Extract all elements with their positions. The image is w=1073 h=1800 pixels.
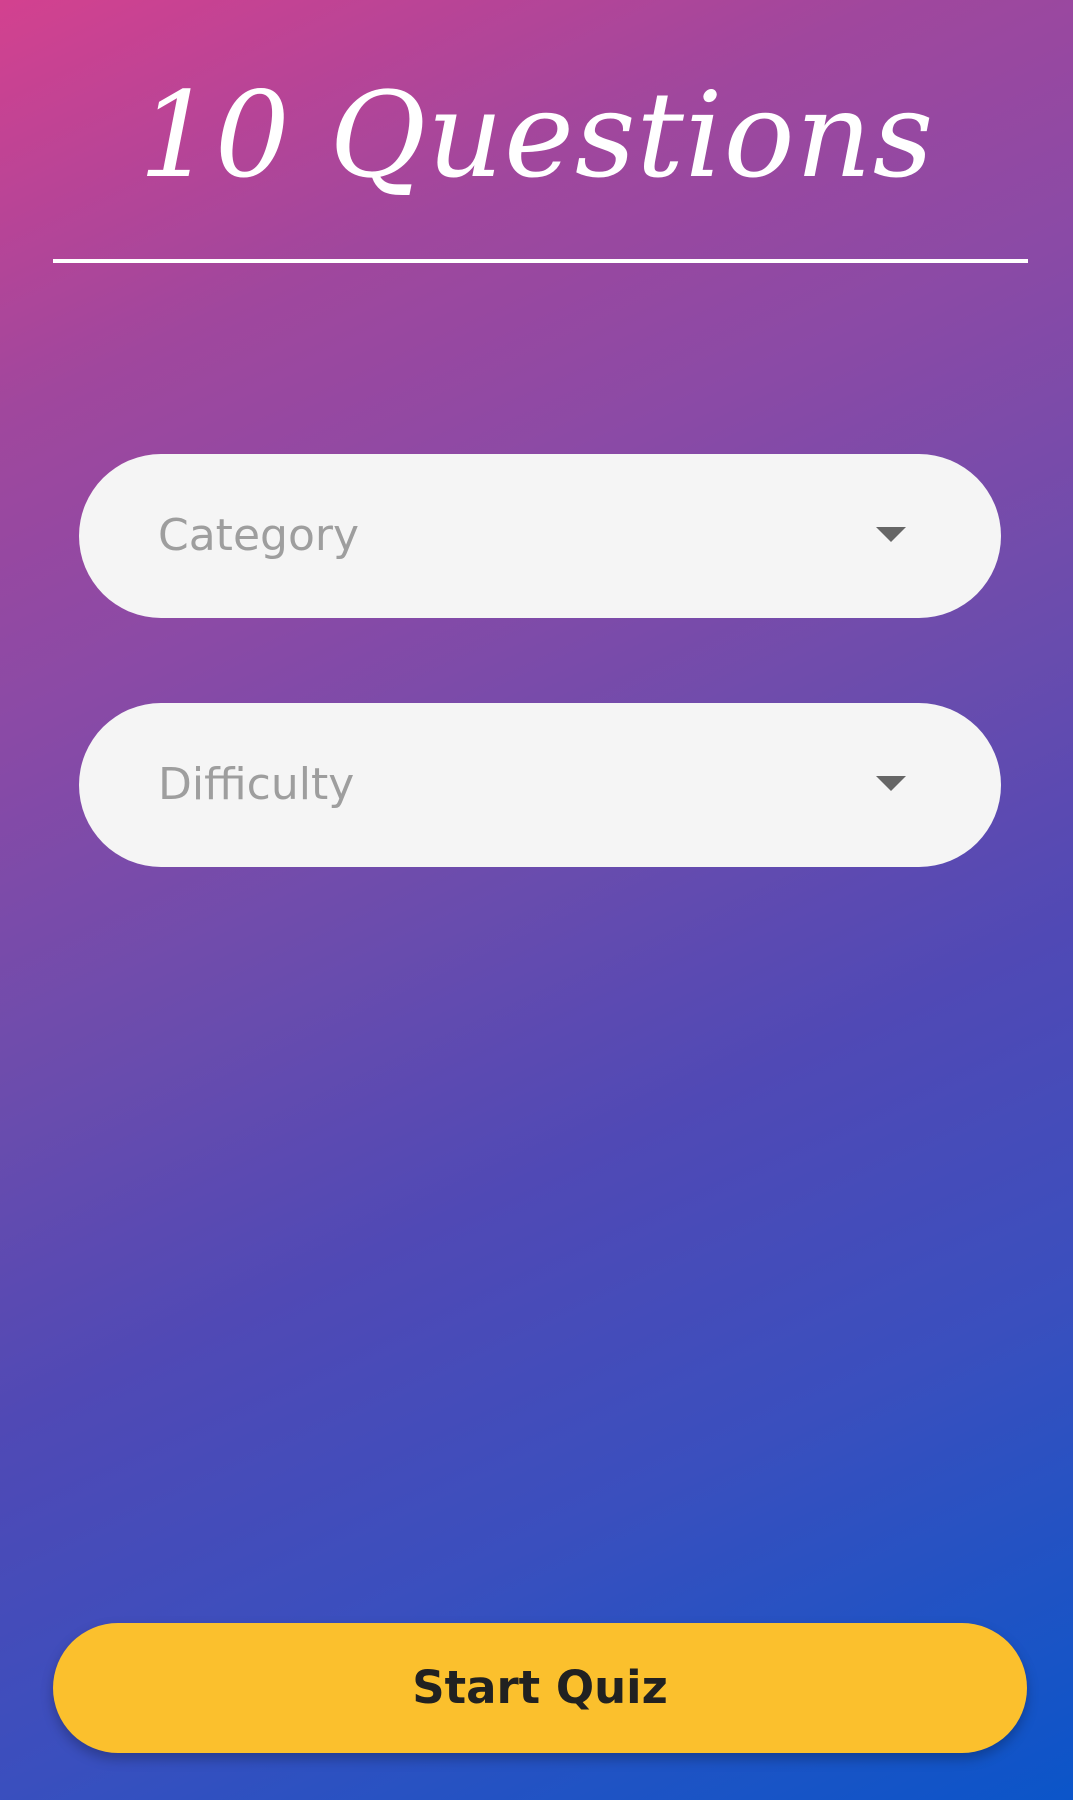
- difficulty-dropdown[interactable]: Difficulty: [79, 703, 1001, 867]
- title-divider: [53, 259, 1028, 263]
- category-dropdown[interactable]: Category: [79, 454, 1001, 618]
- start-quiz-button[interactable]: Start Quiz: [53, 1623, 1027, 1753]
- dropdown-caret-icon: [876, 527, 906, 542]
- difficulty-placeholder: Difficulty: [158, 759, 355, 810]
- page-title: 10 Questions: [138, 66, 935, 204]
- dropdown-caret-icon: [876, 776, 906, 791]
- category-placeholder: Category: [158, 510, 359, 561]
